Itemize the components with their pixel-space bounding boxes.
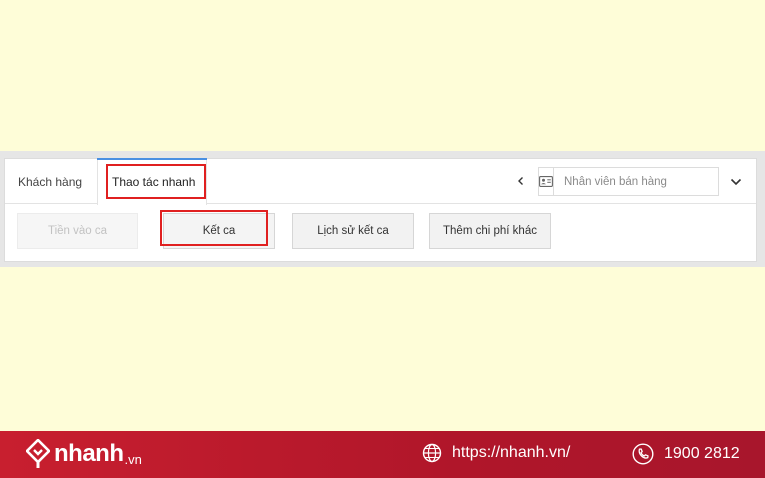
highlight-box-end-shift	[160, 210, 268, 246]
cash-in-button[interactable]: Tiền vào ca	[17, 213, 138, 249]
website-link[interactable]: https://nhanh.vn/	[422, 443, 570, 463]
pos-panel: Khách hàng Thao tác nhanh Nhân viên bán …	[0, 151, 765, 267]
tab-bar: Khách hàng Thao tác nhanh	[5, 158, 756, 205]
staff-select[interactable]	[538, 167, 719, 196]
highlight-box-quick-actions	[106, 164, 206, 199]
tab-customer[interactable]: Khách hàng	[18, 159, 82, 204]
footer-banner: nhanh .vn https://nhanh.vn/ 1900 2812	[0, 431, 765, 478]
chevron-down-icon[interactable]	[725, 171, 747, 193]
globe-icon	[422, 443, 442, 463]
id-card-icon	[539, 168, 554, 195]
brand-tld: .vn	[124, 452, 142, 467]
nhanh-logo-icon	[26, 439, 50, 468]
brand-name: nhanh	[54, 440, 124, 467]
phone-icon	[632, 443, 654, 465]
staff-input[interactable]	[554, 168, 718, 195]
brand-logo: nhanh .vn	[26, 439, 142, 469]
quick-actions-row: Tiền vào ca Kết ca Lịch sử kết ca Thêm c…	[5, 205, 756, 263]
hotline[interactable]: 1900 2812	[632, 443, 740, 465]
shift-history-button[interactable]: Lịch sử kết ca	[292, 213, 414, 249]
website-url: https://nhanh.vn/	[452, 444, 571, 461]
chevron-left-icon[interactable]	[513, 173, 529, 189]
hotline-number: 1900 2812	[664, 445, 740, 462]
add-expense-button[interactable]: Thêm chi phí khác	[429, 213, 551, 249]
pos-panel-inner: Khách hàng Thao tác nhanh Nhân viên bán …	[4, 158, 757, 262]
